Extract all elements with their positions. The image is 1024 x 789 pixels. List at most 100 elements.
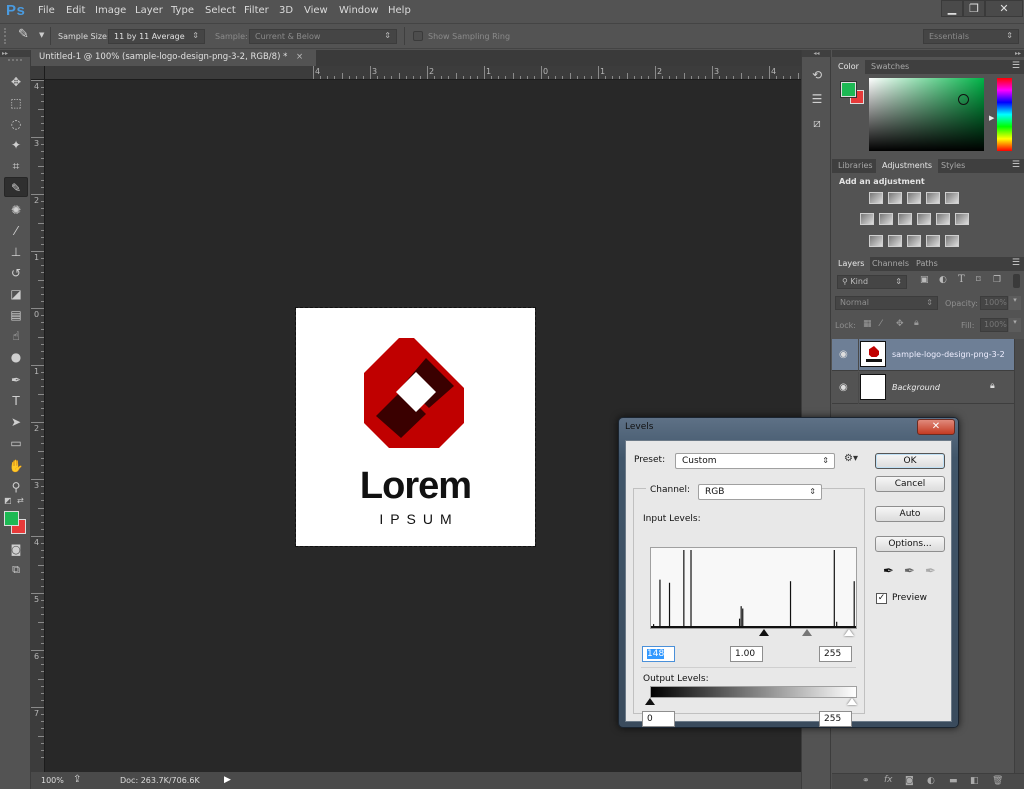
gray-point-eyedropper-icon[interactable]: ✒ [904,564,915,579]
fill-input[interactable]: 100% [980,318,1008,332]
output-white-field[interactable]: 255 [819,711,852,727]
show-sampling-ring-checkbox[interactable] [413,31,423,41]
menu-window[interactable]: Window [339,5,378,16]
invert-adjustment-icon[interactable] [869,235,883,247]
brush-tool[interactable]: ⁄ [4,221,28,241]
new-adjustment-icon[interactable]: ◐ [927,776,935,786]
filter-adjustment-icon[interactable]: ◐ [939,275,947,285]
rectangle-tool[interactable]: ▭ [4,433,28,453]
restore-button[interactable]: ❐ [963,0,985,17]
eyedropper-tool[interactable]: ✎ [4,177,28,197]
path-selection-tool[interactable]: ➤ [4,412,28,432]
input-black-field[interactable]: 148 [642,646,675,662]
menu-image[interactable]: Image [95,5,126,16]
eye-visibility-icon[interactable]: ◉ [839,349,848,360]
filter-shape-icon[interactable]: ⌑ [976,275,981,285]
layer-name[interactable]: Background [892,383,940,392]
document-canvas[interactable]: Lorem IPSUM [295,307,536,547]
menu-select[interactable]: Select [205,5,236,16]
crop-tool[interactable]: ⌗ [4,156,28,176]
horizontal-ruler[interactable]: 4321012345678 [31,66,801,80]
lasso-tool[interactable]: ◌ [4,114,28,134]
info-panel-icon[interactable]: ⧄ [807,116,827,136]
eye-visibility-icon[interactable]: ◉ [839,382,848,393]
new-group-icon[interactable]: ▬ [949,776,958,786]
spot-healing-tool[interactable]: ✺ [4,200,28,220]
blend-mode-select[interactable]: Normal ⇕ [835,296,938,310]
panel-menu-icon[interactable]: ☰ [1012,160,1020,170]
layer-row[interactable]: ◉ Background 🔒︎ [832,372,1024,404]
type-tool[interactable]: T [4,391,28,411]
opacity-dropdown-icon[interactable]: ▾ [1009,296,1021,310]
move-tool[interactable]: ✥ [4,72,28,92]
input-gamma-slider[interactable] [802,629,812,636]
screen-mode-icon[interactable]: ⧉ [4,560,28,580]
opacity-input[interactable]: 100% [980,296,1008,310]
lock-position-icon[interactable]: ✥ [896,319,904,329]
exposure-adjustment-icon[interactable] [926,192,940,204]
filter-smart-object-icon[interactable]: ❐ [993,275,1001,285]
output-black-slider[interactable] [645,698,655,705]
menu-file[interactable]: File [38,5,55,16]
collapse-toolbar-icon[interactable]: ▸▸ [0,50,30,57]
workspace-select[interactable]: Essentials ⇕ [923,29,1019,44]
link-layers-icon[interactable]: ⚭ [862,776,870,786]
tab-styles[interactable]: Styles [935,159,971,173]
tab-paths[interactable]: Paths [910,257,944,271]
selective-color-adjustment-icon[interactable] [926,235,940,247]
photo-filter-adjustment-icon[interactable] [917,213,931,225]
input-white-slider[interactable] [844,629,854,636]
cancel-button[interactable]: Cancel [875,476,945,492]
color-picker-marker[interactable] [958,94,969,105]
grip-handle[interactable] [4,28,7,44]
channel-select[interactable]: RGB ⇕ [698,484,822,500]
clone-stamp-tool[interactable]: ⊥ [4,242,28,262]
eraser-tool[interactable]: ◪ [4,284,28,304]
eyedropper-preset-icon[interactable]: ✎ [18,27,29,42]
black-white-adjustment-icon[interactable] [898,213,912,225]
output-black-field[interactable]: 0 [642,711,675,727]
layers-scrollbar[interactable] [1014,339,1024,773]
options-button[interactable]: Options... [875,536,945,552]
vertical-ruler[interactable]: 4 3 2 1 0 1 2 3 4 5 6 7 [31,80,45,772]
fill-dropdown-icon[interactable]: ▾ [1009,318,1021,332]
status-menu-arrow-icon[interactable]: ▶ [224,775,231,785]
tab-channels[interactable]: Channels [866,257,915,271]
color-fg-swatch[interactable] [840,81,857,98]
black-point-eyedropper-icon[interactable]: ✒ [883,564,894,579]
curves-adjustment-icon[interactable] [907,192,921,204]
filter-pixel-icon[interactable]: ▣ [920,275,929,285]
input-white-field[interactable]: 255 [819,646,852,662]
document-tab[interactable]: Untitled-1 @ 100% (sample-logo-design-pn… [31,50,316,66]
menu-type[interactable]: Type [171,5,194,16]
ok-button[interactable]: OK [875,453,945,469]
lock-all-icon[interactable]: 🔒︎ [914,318,919,328]
auto-button[interactable]: Auto [875,506,945,522]
posterize-adjustment-icon[interactable] [888,235,902,247]
filter-toggle[interactable] [1013,274,1020,288]
input-gamma-field[interactable]: 1.00 [730,646,763,662]
tab-adjustments[interactable]: Adjustments [876,159,939,173]
expand-dock-icon[interactable]: ▸▸ [832,50,1024,57]
sample-size-select[interactable]: 11 by 11 Average ⇕ [108,29,205,44]
swap-colors-icon[interactable]: ⇄ [17,496,24,505]
default-colors-icon[interactable]: ◩ [4,496,12,505]
pen-tool[interactable]: ✒ [4,370,28,390]
preset-options-gear-icon[interactable]: ⚙▾ [844,453,858,464]
dialog-close-button[interactable]: ✕ [917,419,955,435]
preset-select[interactable]: Custom ⇕ [675,453,835,469]
hue-saturation-adjustment-icon[interactable] [860,213,874,225]
layer-filter-select[interactable]: ⚲ Kind ⇕ [837,275,907,289]
tab-color[interactable]: Color [832,60,865,74]
history-panel-icon[interactable]: ⟲ [807,68,827,88]
collapse-dock-icon[interactable]: ◂◂ [802,50,831,57]
input-black-slider[interactable] [759,629,769,636]
lock-transparent-icon[interactable]: ▦ [863,319,872,329]
marquee-tool[interactable]: ⬚ [4,93,28,113]
menu-3d[interactable]: 3D [279,5,293,16]
gradient-map-adjustment-icon[interactable] [945,235,959,247]
levels-adjustment-icon[interactable] [888,192,902,204]
tab-layers[interactable]: Layers [832,257,871,271]
fx-icon[interactable]: fx [884,775,893,785]
hue-slider[interactable] [997,78,1012,151]
